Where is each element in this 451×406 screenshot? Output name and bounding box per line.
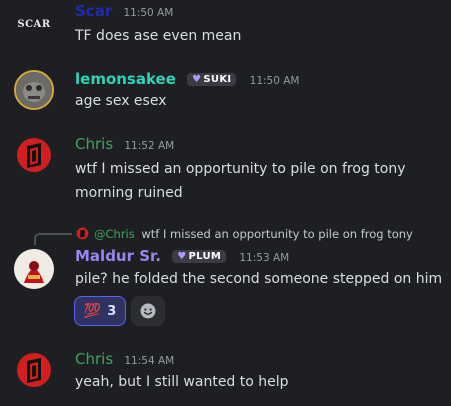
message-lemonsakee: lemonsakee ♥ SUKI 11:50 AM age sex esex bbox=[0, 60, 451, 120]
reply-avatar-icon bbox=[76, 227, 89, 240]
username-maldur-label[interactable]: Maldur Sr. bbox=[75, 247, 161, 265]
timestamp: 11:52 AM bbox=[124, 140, 175, 152]
timestamp: 11:53 AM bbox=[239, 252, 290, 264]
username-lemonsakee-label[interactable]: lemonsakee bbox=[75, 70, 176, 88]
hundred-points-emoji: 💯 bbox=[83, 303, 102, 319]
reply-connector bbox=[34, 233, 72, 245]
role-badge-plum[interactable]: ♥ PLUM bbox=[172, 250, 227, 263]
role-badge-label: SUKI bbox=[203, 74, 232, 85]
smiley-add-reaction-icon bbox=[140, 303, 156, 319]
heart-icon: ♥ bbox=[177, 251, 187, 262]
username-scar-label[interactable]: Scar bbox=[75, 2, 112, 20]
avatar-lemonsakee[interactable] bbox=[14, 70, 54, 110]
reply-mention[interactable]: @Chris bbox=[94, 227, 135, 241]
role-badge-suki[interactable]: ♥ SUKI bbox=[187, 73, 237, 86]
maldur-avatar-icon bbox=[14, 249, 54, 289]
timestamp: 11:54 AM bbox=[124, 355, 175, 367]
avatar-face-icon bbox=[16, 72, 52, 108]
avatar-scar[interactable]: SCAR bbox=[14, 7, 54, 47]
username-lemonsakee[interactable]: lemonsakee ♥ SUKI 11:50 AM bbox=[75, 70, 299, 88]
message-text: TF does ase even mean bbox=[75, 28, 242, 44]
username-chris[interactable]: Chris 11:52 AM bbox=[75, 135, 174, 153]
message-chris-2: Chris 11:54 AM yeah, but I still wanted … bbox=[0, 345, 451, 406]
message-text-line-1: wtf I missed an opportunity to pile on f… bbox=[75, 161, 406, 177]
username-scar[interactable]: Scar 11:50 AM bbox=[75, 2, 173, 20]
message-chris-1: Chris 11:52 AM wtf I missed an opportuni… bbox=[0, 130, 451, 210]
message-text-line-2: morning ruined bbox=[75, 185, 183, 201]
username-chris-label[interactable]: Chris bbox=[75, 135, 113, 153]
message-scar: SCAR Scar 11:50 AM TF does ase even mean bbox=[0, 0, 451, 60]
timestamp: 11:50 AM bbox=[249, 75, 300, 87]
username-chris[interactable]: Chris 11:54 AM bbox=[75, 350, 174, 368]
chris-avatar-icon bbox=[17, 138, 51, 172]
message-text: age sex esex bbox=[75, 93, 167, 109]
reply-text: wtf I missed an opportunity to pile on f… bbox=[141, 227, 413, 241]
timestamp: 11:50 AM bbox=[123, 7, 174, 19]
username-chris-label[interactable]: Chris bbox=[75, 350, 113, 368]
chris-avatar-icon bbox=[17, 353, 51, 387]
role-badge-label: PLUM bbox=[188, 251, 222, 262]
avatar-maldur[interactable] bbox=[14, 249, 54, 289]
message-text: yeah, but I still wanted to help bbox=[75, 374, 289, 390]
message-text: pile? he folded the second someone stepp… bbox=[75, 271, 443, 287]
avatar-scar-text: SCAR bbox=[17, 19, 51, 30]
message-maldur: @Chris wtf I missed an opportunity to pi… bbox=[0, 220, 451, 335]
heart-icon: ♥ bbox=[192, 74, 202, 85]
avatar-chris[interactable] bbox=[14, 135, 54, 175]
reaction-100[interactable]: 💯 3 bbox=[74, 296, 126, 326]
username-maldur[interactable]: Maldur Sr. ♥ PLUM 11:53 AM bbox=[75, 247, 289, 265]
add-reaction-button[interactable] bbox=[131, 296, 165, 326]
avatar-chris[interactable] bbox=[14, 350, 54, 390]
reaction-count: 3 bbox=[107, 303, 117, 319]
reply-preview[interactable]: @Chris wtf I missed an opportunity to pi… bbox=[94, 227, 413, 241]
